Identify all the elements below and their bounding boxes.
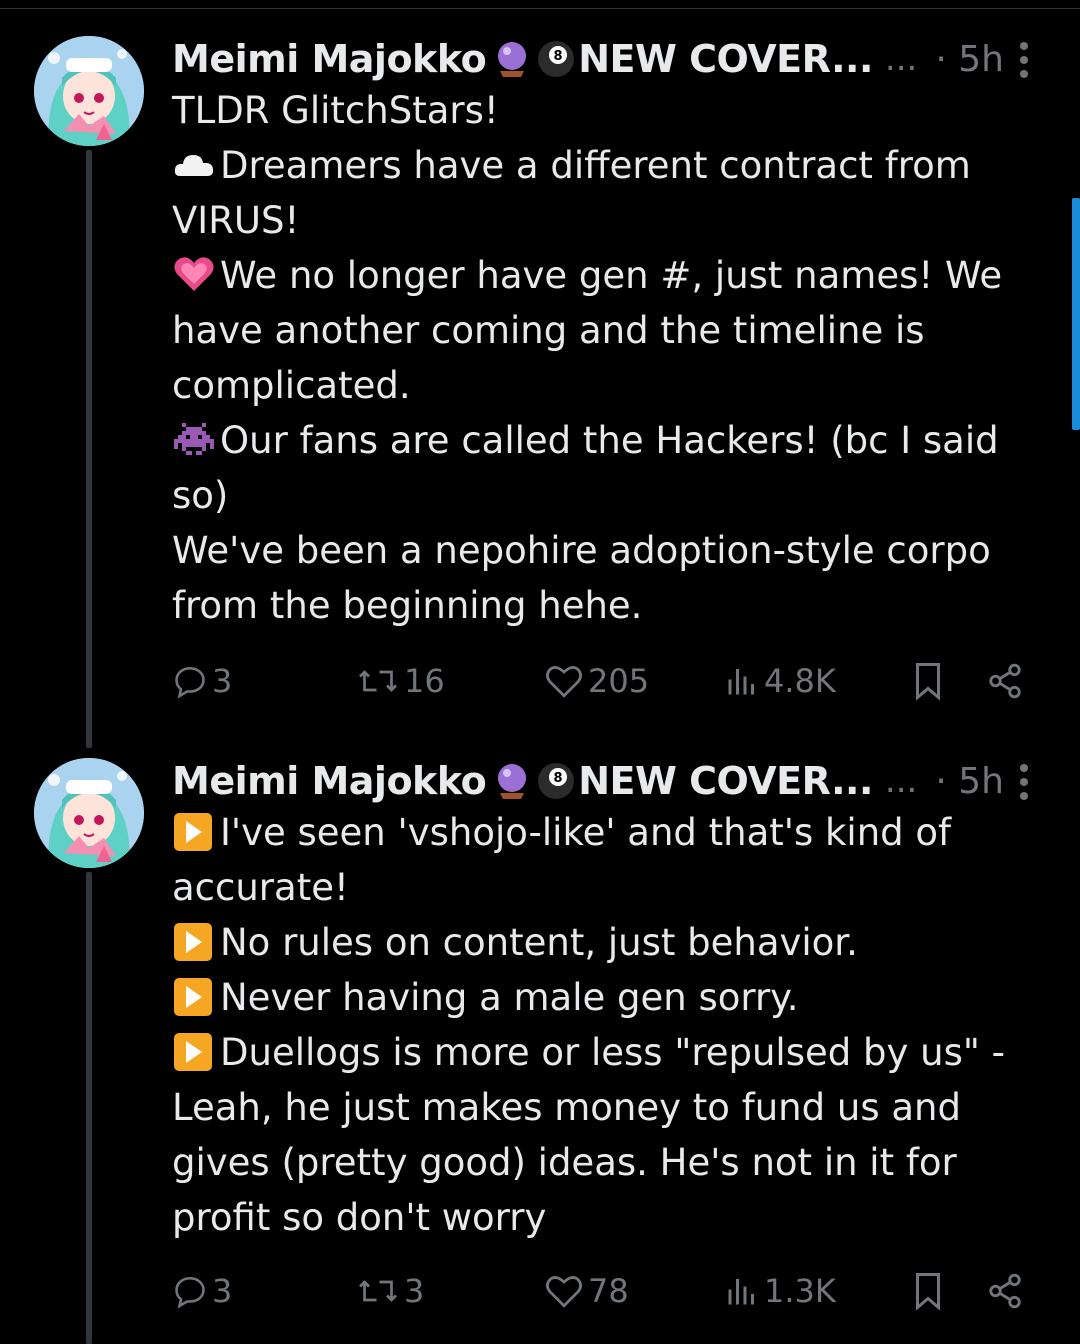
views-icon bbox=[728, 1279, 754, 1305]
like-button[interactable]: 78 bbox=[544, 1266, 629, 1316]
bookmark-icon bbox=[916, 1273, 940, 1311]
views-icon bbox=[728, 669, 754, 695]
text-line: Never having a male gen sorry. bbox=[172, 970, 1032, 1025]
reply-button[interactable]: 3 bbox=[172, 656, 232, 706]
share-button[interactable] bbox=[986, 656, 1028, 706]
text-line: so) bbox=[172, 474, 229, 517]
cloud-icon bbox=[172, 144, 216, 184]
text-line: Dreamers have a different contract from bbox=[172, 138, 1032, 193]
repost-count: 3 bbox=[404, 1272, 425, 1310]
play-button-icon bbox=[172, 921, 216, 961]
display-name-suffix: NEW COVER... bbox=[578, 37, 873, 81]
alien-monster-icon bbox=[172, 419, 216, 459]
tweet[interactable]: Meimi Majokko 8 NEW COVER... ... · 5h I'… bbox=[0, 722, 1080, 1344]
tweet-actions: 3 16 205 4.8K bbox=[172, 656, 1032, 706]
text-line: We no longer have gen #, just names! We bbox=[172, 248, 1032, 303]
like-count: 205 bbox=[588, 662, 650, 700]
heart-icon bbox=[546, 666, 582, 698]
svg-text:8: 8 bbox=[554, 49, 563, 64]
display-name-suffix: NEW COVER... bbox=[578, 759, 873, 803]
text-line: No rules on content, just behavior. bbox=[172, 915, 1032, 970]
bookmark-button[interactable] bbox=[910, 656, 950, 706]
pool-8-ball-icon: 8 bbox=[536, 39, 576, 79]
play-button-icon bbox=[172, 976, 216, 1016]
tweet-header: Meimi Majokko 8 NEW COVER... ... · 5h bbox=[172, 34, 1052, 84]
views-button[interactable]: 1.3K bbox=[724, 1266, 836, 1316]
avatar[interactable] bbox=[34, 758, 144, 868]
repost-icon bbox=[359, 1280, 397, 1302]
repost-button[interactable]: 16 bbox=[356, 656, 445, 706]
text-line: We've been a nepohire adoption-style cor… bbox=[172, 529, 991, 572]
heart-emoji-icon bbox=[172, 254, 216, 294]
view-count: 4.8K bbox=[764, 662, 836, 700]
truncation-ellipsis: ... bbox=[884, 39, 918, 79]
truncation-ellipsis: ... bbox=[884, 761, 918, 801]
text-line: VIRUS! bbox=[172, 199, 300, 242]
timestamp[interactable]: · 5h bbox=[935, 39, 1004, 80]
tweet[interactable]: Meimi Majokko 8 NEW COVER... ... · 5h TL… bbox=[0, 0, 1080, 740]
bookmark-icon bbox=[916, 663, 940, 701]
avatar[interactable] bbox=[34, 36, 144, 146]
more-options-icon[interactable] bbox=[1012, 40, 1036, 80]
author-name[interactable]: Meimi Majokko bbox=[172, 37, 487, 81]
tweet-text: TLDR GlitchStars! Dreamers have a differ… bbox=[172, 83, 1032, 633]
reply-icon bbox=[175, 666, 205, 699]
repost-count: 16 bbox=[404, 662, 445, 700]
text-line: TLDR GlitchStars! bbox=[172, 89, 499, 132]
text-line: Duellogs is more or less "repulsed by us… bbox=[172, 1025, 1032, 1080]
repost-icon bbox=[359, 670, 397, 692]
share-button[interactable] bbox=[986, 1266, 1028, 1316]
text-line: Leah, he just makes money to fund us and bbox=[172, 1086, 961, 1129]
share-icon bbox=[989, 1273, 1021, 1309]
bookmark-button[interactable] bbox=[910, 1266, 950, 1316]
text-line: accurate! bbox=[172, 866, 349, 909]
play-button-icon bbox=[172, 811, 216, 851]
crystal-ball-icon bbox=[492, 761, 532, 801]
text-line: profit so don't worry bbox=[172, 1196, 547, 1239]
tweet-text: I've seen 'vshojo-like' and that's kind … bbox=[172, 805, 1032, 1245]
repost-button[interactable]: 3 bbox=[356, 1266, 424, 1316]
text-line: from the beginning hehe. bbox=[172, 584, 643, 627]
more-options-icon[interactable] bbox=[1012, 762, 1036, 802]
text-line: have another coming and the timeline is bbox=[172, 309, 925, 352]
share-icon bbox=[989, 663, 1021, 699]
like-button[interactable]: 205 bbox=[544, 656, 649, 706]
text-line: I've seen 'vshojo-like' and that's kind … bbox=[172, 805, 1032, 860]
tweet-header: Meimi Majokko 8 NEW COVER... ... · 5h bbox=[172, 756, 1052, 806]
author-name[interactable]: Meimi Majokko bbox=[172, 759, 487, 803]
pool-8-ball-icon: 8 bbox=[536, 761, 576, 801]
tweet-actions: 3 3 78 1.3K bbox=[172, 1266, 1032, 1316]
views-button[interactable]: 4.8K bbox=[724, 656, 836, 706]
reply-button[interactable]: 3 bbox=[172, 1266, 232, 1316]
heart-icon bbox=[546, 1276, 582, 1308]
play-button-icon bbox=[172, 1031, 216, 1071]
reply-icon bbox=[175, 1276, 205, 1309]
view-count: 1.3K bbox=[764, 1272, 836, 1310]
crystal-ball-icon bbox=[492, 39, 532, 79]
reply-count: 3 bbox=[212, 662, 233, 700]
svg-text:8: 8 bbox=[554, 771, 563, 786]
like-count: 78 bbox=[588, 1272, 629, 1310]
text-line: gives (pretty good) ideas. He's not in i… bbox=[172, 1141, 957, 1184]
reply-count: 3 bbox=[212, 1272, 233, 1310]
timestamp[interactable]: · 5h bbox=[935, 761, 1004, 802]
text-line: complicated. bbox=[172, 364, 411, 407]
text-line: Our fans are called the Hackers! (bc I s… bbox=[172, 413, 1032, 468]
